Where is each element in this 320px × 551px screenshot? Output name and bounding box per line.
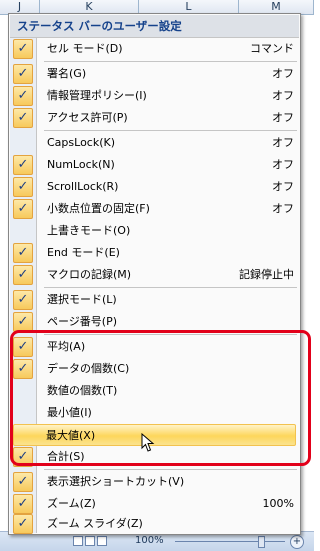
menu-item-value: オフ bbox=[272, 180, 294, 193]
menu-item-capslock[interactable]: CapsLock(K) オフ bbox=[10, 132, 299, 154]
menu-item-label: アクセス許可(P) bbox=[47, 111, 128, 124]
menu-item-label: ズーム(Z) bbox=[47, 497, 96, 510]
checkmark-icon: ✓ bbox=[13, 39, 33, 59]
menu-item-macro-recording[interactable]: ✓ マクロの記録(M) 記録停止中 bbox=[10, 264, 299, 286]
menu-item-value: オフ bbox=[272, 202, 294, 215]
menu-item-fixed-decimal[interactable]: ✓ 小数点位置の固定(F) オフ bbox=[10, 198, 299, 220]
checkmark-icon: ✓ bbox=[13, 312, 33, 332]
menu-item-label: ScrollLock(R) bbox=[47, 180, 119, 193]
checkmark-icon: ✓ bbox=[13, 155, 33, 175]
menu-separator bbox=[44, 61, 297, 62]
column-header-j[interactable]: J bbox=[0, 0, 40, 14]
menu-item-numlock[interactable]: ✓ NumLock(N) オフ bbox=[10, 154, 299, 176]
menu-item-value: オフ bbox=[272, 67, 294, 80]
checkmark-icon: ✓ bbox=[13, 86, 33, 106]
menu-item-zoom-slider[interactable]: ✓ ズーム スライダ(Z) bbox=[10, 513, 299, 535]
menu-item-view-shortcuts[interactable]: ✓ 表示選択ショートカット(V) bbox=[10, 471, 299, 493]
menu-item-zoom[interactable]: ✓ ズーム(Z) 100% bbox=[10, 493, 299, 515]
checkmark-icon: ✓ bbox=[13, 108, 33, 128]
menu-item-value: コマンド bbox=[250, 42, 294, 55]
menu-separator bbox=[44, 287, 297, 288]
menu-separator bbox=[44, 130, 297, 131]
checkmark-icon: ✓ bbox=[13, 514, 33, 534]
checkmark-icon: ✓ bbox=[13, 199, 33, 219]
page-layout-view-icon[interactable] bbox=[85, 536, 95, 546]
checkmark-icon: ✓ bbox=[13, 472, 33, 492]
menu-title: ステータス バーのユーザー設定 bbox=[10, 15, 299, 38]
normal-view-icon[interactable] bbox=[73, 536, 83, 546]
checkmark-icon: ✓ bbox=[13, 494, 33, 514]
zoom-level[interactable]: 100% bbox=[135, 535, 164, 546]
zoom-slider-thumb[interactable] bbox=[258, 536, 265, 548]
zoom-in-icon[interactable]: + bbox=[290, 535, 304, 549]
menu-item-label: 情報管理ポリシー(I) bbox=[47, 89, 147, 102]
menu-item-label: 選択モード(L) bbox=[47, 293, 117, 306]
menu-item-label: 上書きモード(O) bbox=[47, 224, 131, 237]
menu-item-value: オフ bbox=[272, 89, 294, 102]
menu-item-label: End モード(E) bbox=[47, 246, 120, 259]
menu-item-label: 署名(G) bbox=[47, 67, 87, 80]
checkmark-icon: ✓ bbox=[13, 290, 33, 310]
highlight-annotation-box bbox=[10, 330, 311, 466]
menu-item-value: 100% bbox=[262, 497, 294, 510]
menu-item-information-management-policy[interactable]: ✓ 情報管理ポリシー(I) オフ bbox=[10, 85, 299, 107]
menu-item-label: 小数点位置の固定(F) bbox=[47, 202, 150, 215]
menu-item-label: ズーム スライダ(Z) bbox=[47, 517, 143, 530]
view-shortcuts bbox=[73, 536, 107, 547]
menu-item-permissions[interactable]: ✓ アクセス許可(P) オフ bbox=[10, 107, 299, 129]
menu-item-cell-mode[interactable]: ✓ セル モード(D) コマンド bbox=[10, 38, 299, 60]
menu-item-overtype-mode[interactable]: 上書きモード(O) bbox=[10, 220, 299, 242]
menu-item-value: オフ bbox=[272, 111, 294, 124]
checkmark-icon: ✓ bbox=[13, 177, 33, 197]
menu-item-label: 表示選択ショートカット(V) bbox=[47, 475, 185, 488]
menu-item-value: オフ bbox=[272, 136, 294, 149]
menu-item-label: マクロの記録(M) bbox=[47, 268, 132, 281]
menu-item-signatures[interactable]: ✓ 署名(G) オフ bbox=[10, 63, 299, 85]
menu-item-label: NumLock(N) bbox=[47, 158, 115, 171]
checkmark-icon: ✓ bbox=[13, 265, 33, 285]
column-header-k[interactable]: K bbox=[40, 0, 139, 14]
column-header-m[interactable]: M bbox=[239, 0, 314, 14]
menu-item-end-mode[interactable]: ✓ End モード(E) bbox=[10, 242, 299, 264]
column-header-l[interactable]: L bbox=[139, 0, 239, 14]
mouse-cursor-icon bbox=[141, 433, 155, 452]
menu-separator bbox=[44, 469, 297, 470]
menu-item-value: オフ bbox=[272, 158, 294, 171]
menu-item-value: 記録停止中 bbox=[239, 268, 294, 281]
menu-item-label: セル モード(D) bbox=[47, 42, 123, 55]
menu-item-selection-mode[interactable]: ✓ 選択モード(L) bbox=[10, 289, 299, 311]
menu-item-scrolllock[interactable]: ✓ ScrollLock(R) オフ bbox=[10, 176, 299, 198]
menu-item-label: CapsLock(K) bbox=[47, 136, 116, 149]
checkmark-icon: ✓ bbox=[13, 64, 33, 84]
checkmark-icon: ✓ bbox=[13, 243, 33, 263]
zoom-slider-track[interactable] bbox=[175, 541, 285, 542]
page-break-view-icon[interactable] bbox=[97, 536, 107, 546]
